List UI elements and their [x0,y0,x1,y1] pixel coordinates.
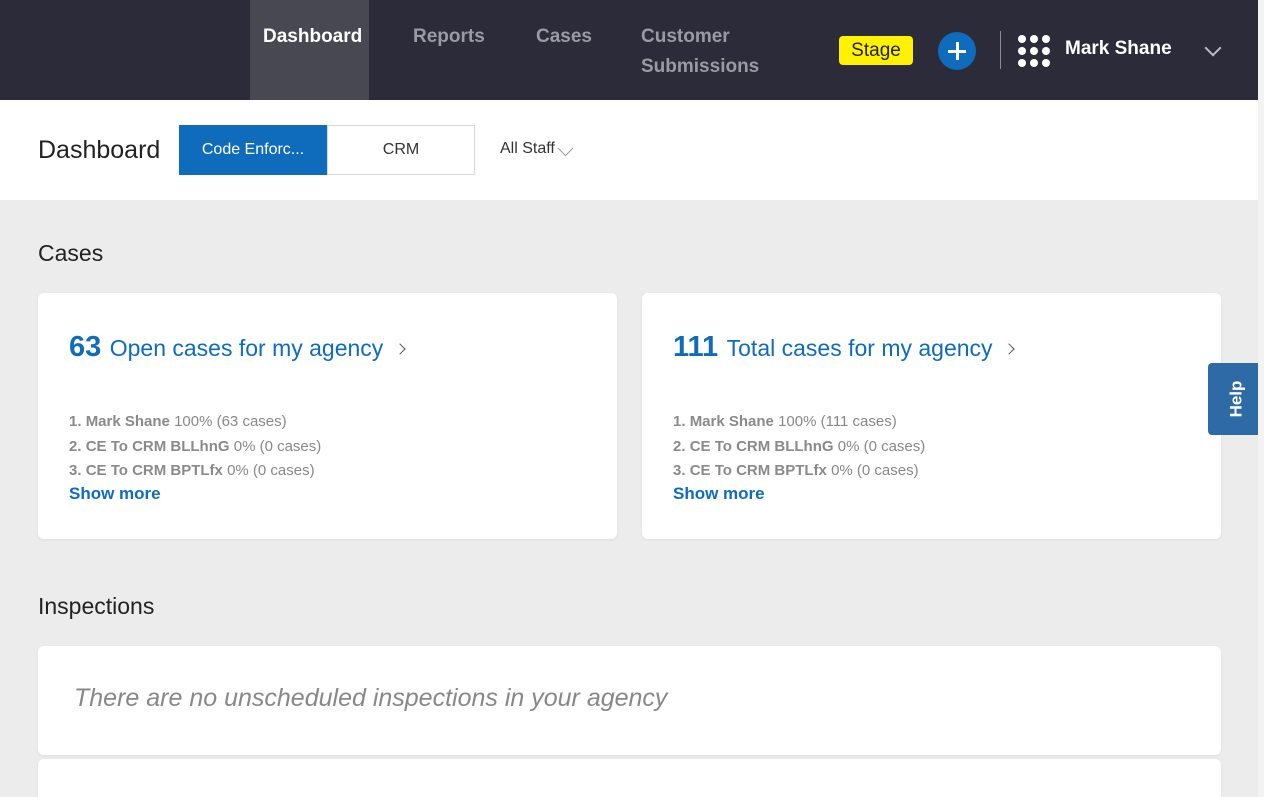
tab-customer-submissions[interactable]: Customer Submissions [641,0,771,100]
list-item: 2. CE To CRM BLLhnG 0% (0 cases) [69,437,322,455]
total-cases-count: 111 [673,331,719,363]
show-more-link[interactable]: Show more [673,484,765,504]
tab-dashboard[interactable]: Dashboard [250,0,369,100]
grid-icon[interactable] [1018,35,1050,67]
tab-cases[interactable]: Cases [536,0,592,100]
chevron-down-icon[interactable] [557,140,574,157]
open-cases-list: 1. Mark Shane 100% (63 cases) 2. CE To C… [69,410,321,484]
chevron-right-icon [1003,343,1015,355]
tab-reports[interactable]: Reports [413,0,485,100]
total-cases-card: 111 Total cases for my agency 1. Mark Sh… [642,293,1221,539]
cases-section-title: Cases [38,240,104,266]
chevron-down-icon[interactable] [1204,39,1222,57]
open-cases-card: 63 Open cases for my agency 1. Mark Shan… [38,293,617,539]
total-cases-link[interactable]: 111 Total cases for my agency [673,331,1015,364]
dashboard-header: Dashboard Code Enforc... CRM All Staff [0,100,1258,200]
show-more-link[interactable]: Show more [69,484,161,504]
total-cases-list: 1. Mark Shane 100% (111 cases) 2. CE To … [673,410,925,484]
staff-filter-dropdown[interactable]: All Staff [500,140,555,158]
help-label: Help [1226,380,1246,418]
list-item: 1. Mark Shane 100% (63 cases) [69,413,287,430]
inspections-card: There are no unscheduled inspections in … [38,646,1221,755]
nav-divider [1000,31,1001,69]
segment-crm[interactable]: CRM [327,125,475,175]
top-nav: Dashboard Reports Cases Customer Submiss… [0,0,1258,100]
user-menu-name[interactable]: Mark Shane [1065,38,1172,60]
open-cases-link[interactable]: 63 Open cases for my agency [69,331,406,364]
total-cases-title: Total cases for my agency [726,335,993,361]
open-cases-title: Open cases for my agency [109,335,384,361]
help-button[interactable]: Help [1208,363,1258,435]
open-cases-count: 63 [69,331,102,363]
inspections-section-title: Inspections [38,593,155,619]
page-title: Dashboard [38,136,161,164]
environment-badge: Stage [839,36,913,65]
list-item: 1. Mark Shane 100% (111 cases) [673,413,897,430]
list-item: 3. CE To CRM BPTLfx 0% (0 cases) [673,462,919,479]
scrollbar[interactable] [1258,0,1264,797]
inspections-next-card [38,759,1221,797]
plus-circle-icon[interactable] [938,32,976,70]
chevron-right-icon [394,343,406,355]
list-item: 2. CE To CRM BLLhnG 0% (0 cases) [673,437,926,455]
empty-state-message: There are no unscheduled inspections in … [74,684,668,712]
segment-code-enforcement[interactable]: Code Enforc... [179,125,327,175]
list-item: 3. CE To CRM BPTLfx 0% (0 cases) [69,462,315,479]
